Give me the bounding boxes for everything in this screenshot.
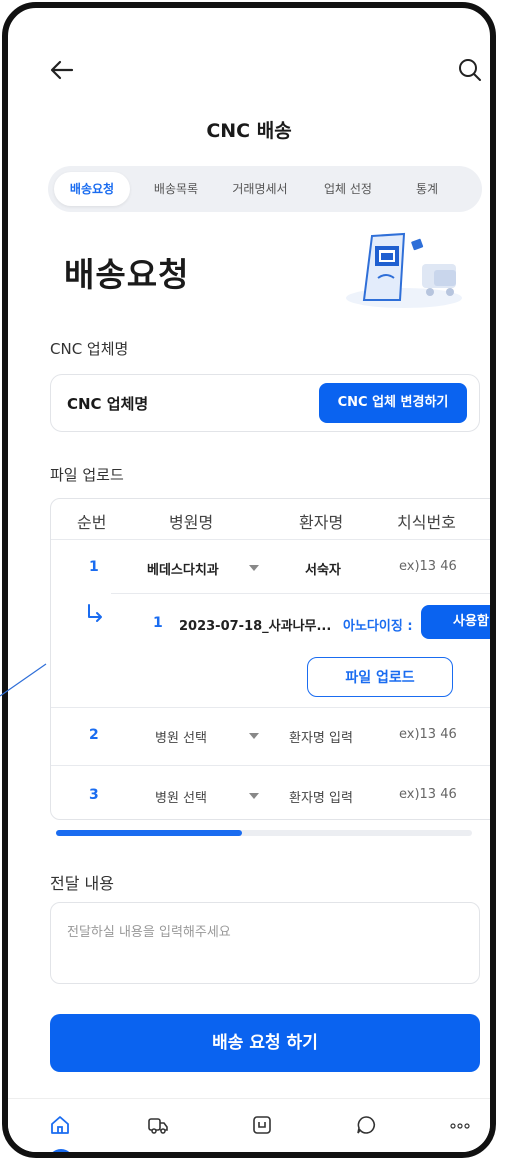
row-2-number: 2: [89, 727, 99, 743]
column-header-extra: 브: [491, 509, 496, 533]
divider: [51, 765, 490, 766]
delivery-illustration-icon: [346, 232, 462, 308]
row-3-number: 3: [89, 787, 99, 803]
message-textarea[interactable]: 전달하실 내용을 입력해주세요: [50, 902, 480, 984]
file-upload-button[interactable]: 파일 업로드: [307, 657, 453, 697]
store-icon[interactable]: [250, 1113, 274, 1137]
column-header-tooth: 치식번호: [397, 513, 456, 532]
file-number: 1: [153, 615, 163, 631]
horizontal-scrollbar[interactable]: [56, 830, 472, 836]
search-icon[interactable]: [454, 54, 486, 86]
tab-delivery-list[interactable]: 배송목록: [138, 172, 214, 206]
vendor-card: CNC 업체명 CNC 업체 변경하기: [50, 374, 480, 432]
scrollbar-thumb[interactable]: [56, 830, 242, 836]
message-section-label: 전달 내용: [50, 874, 114, 893]
annotation-line: [0, 663, 47, 697]
row-2-patient[interactable]: 환자명 입력: [289, 727, 353, 746]
truck-icon[interactable]: [146, 1113, 170, 1137]
vendor-section-label: CNC 업체명: [50, 340, 129, 358]
row-1-tooth[interactable]: ex)13 46: [399, 559, 457, 574]
tab-vendor-select[interactable]: 업체 선정: [306, 172, 390, 206]
home-icon[interactable]: [48, 1113, 72, 1137]
row-2-tooth[interactable]: ex)13 46: [399, 727, 457, 742]
divider: [51, 539, 490, 540]
chevron-down-icon[interactable]: [249, 565, 259, 571]
change-vendor-button[interactable]: CNC 업체 변경하기: [319, 383, 467, 423]
chevron-down-icon[interactable]: [249, 793, 259, 799]
row-2-hospital[interactable]: 병원 선택: [155, 727, 207, 746]
anodizing-label: 아노다이징 :: [343, 619, 413, 634]
tab-statistics[interactable]: 통계: [392, 172, 462, 206]
active-nav-indicator: [48, 1149, 74, 1152]
chevron-down-icon[interactable]: [249, 733, 259, 739]
page-title: 배송요청: [64, 255, 190, 294]
tab-delivery-request[interactable]: 배송요청: [54, 172, 130, 206]
file-name[interactable]: 2023-07-18_사과나무...: [179, 615, 331, 634]
column-header-patient: 환자명: [299, 513, 344, 532]
column-header-hospital: 병원명: [169, 513, 214, 532]
column-header-no: 순번: [77, 513, 107, 532]
chat-icon[interactable]: [354, 1113, 378, 1137]
submit-delivery-button[interactable]: 배송 요청 하기: [50, 1014, 480, 1072]
divider: [111, 593, 490, 594]
vendor-name: CNC 업체명: [67, 395, 149, 413]
row-1-patient[interactable]: 서숙자: [305, 559, 341, 578]
tab-bar: 배송요청 배송목록 거래명세서 업체 선정 통계: [48, 166, 482, 212]
row-3-hospital[interactable]: 병원 선택: [155, 787, 207, 806]
upload-table: 순번 병원명 환자명 치식번호 브 1 베데스다치과 서숙자 ex)13 46 …: [50, 498, 496, 820]
bottom-navigation: [8, 1098, 490, 1152]
page-header-title: CNC 배송: [206, 120, 292, 142]
row-3-patient[interactable]: 환자명 입력: [289, 787, 353, 806]
more-icon[interactable]: [448, 1113, 472, 1137]
divider: [51, 707, 490, 708]
upload-section-label: 파일 업로드: [50, 466, 124, 484]
back-arrow-icon[interactable]: [46, 54, 78, 86]
subitem-arrow-icon: [88, 604, 102, 622]
row-3-tooth[interactable]: ex)13 46: [399, 787, 457, 802]
phone-frame: CNC 배송 배송요청 배송목록 거래명세서 업체 선정 통계 배송요청 CNC…: [2, 2, 496, 1158]
use-option-button[interactable]: 사용함: [421, 605, 490, 639]
row-1-number: 1: [89, 559, 99, 575]
row-1-hospital[interactable]: 베데스다치과: [147, 559, 219, 578]
tab-statement[interactable]: 거래명세서: [218, 172, 302, 206]
